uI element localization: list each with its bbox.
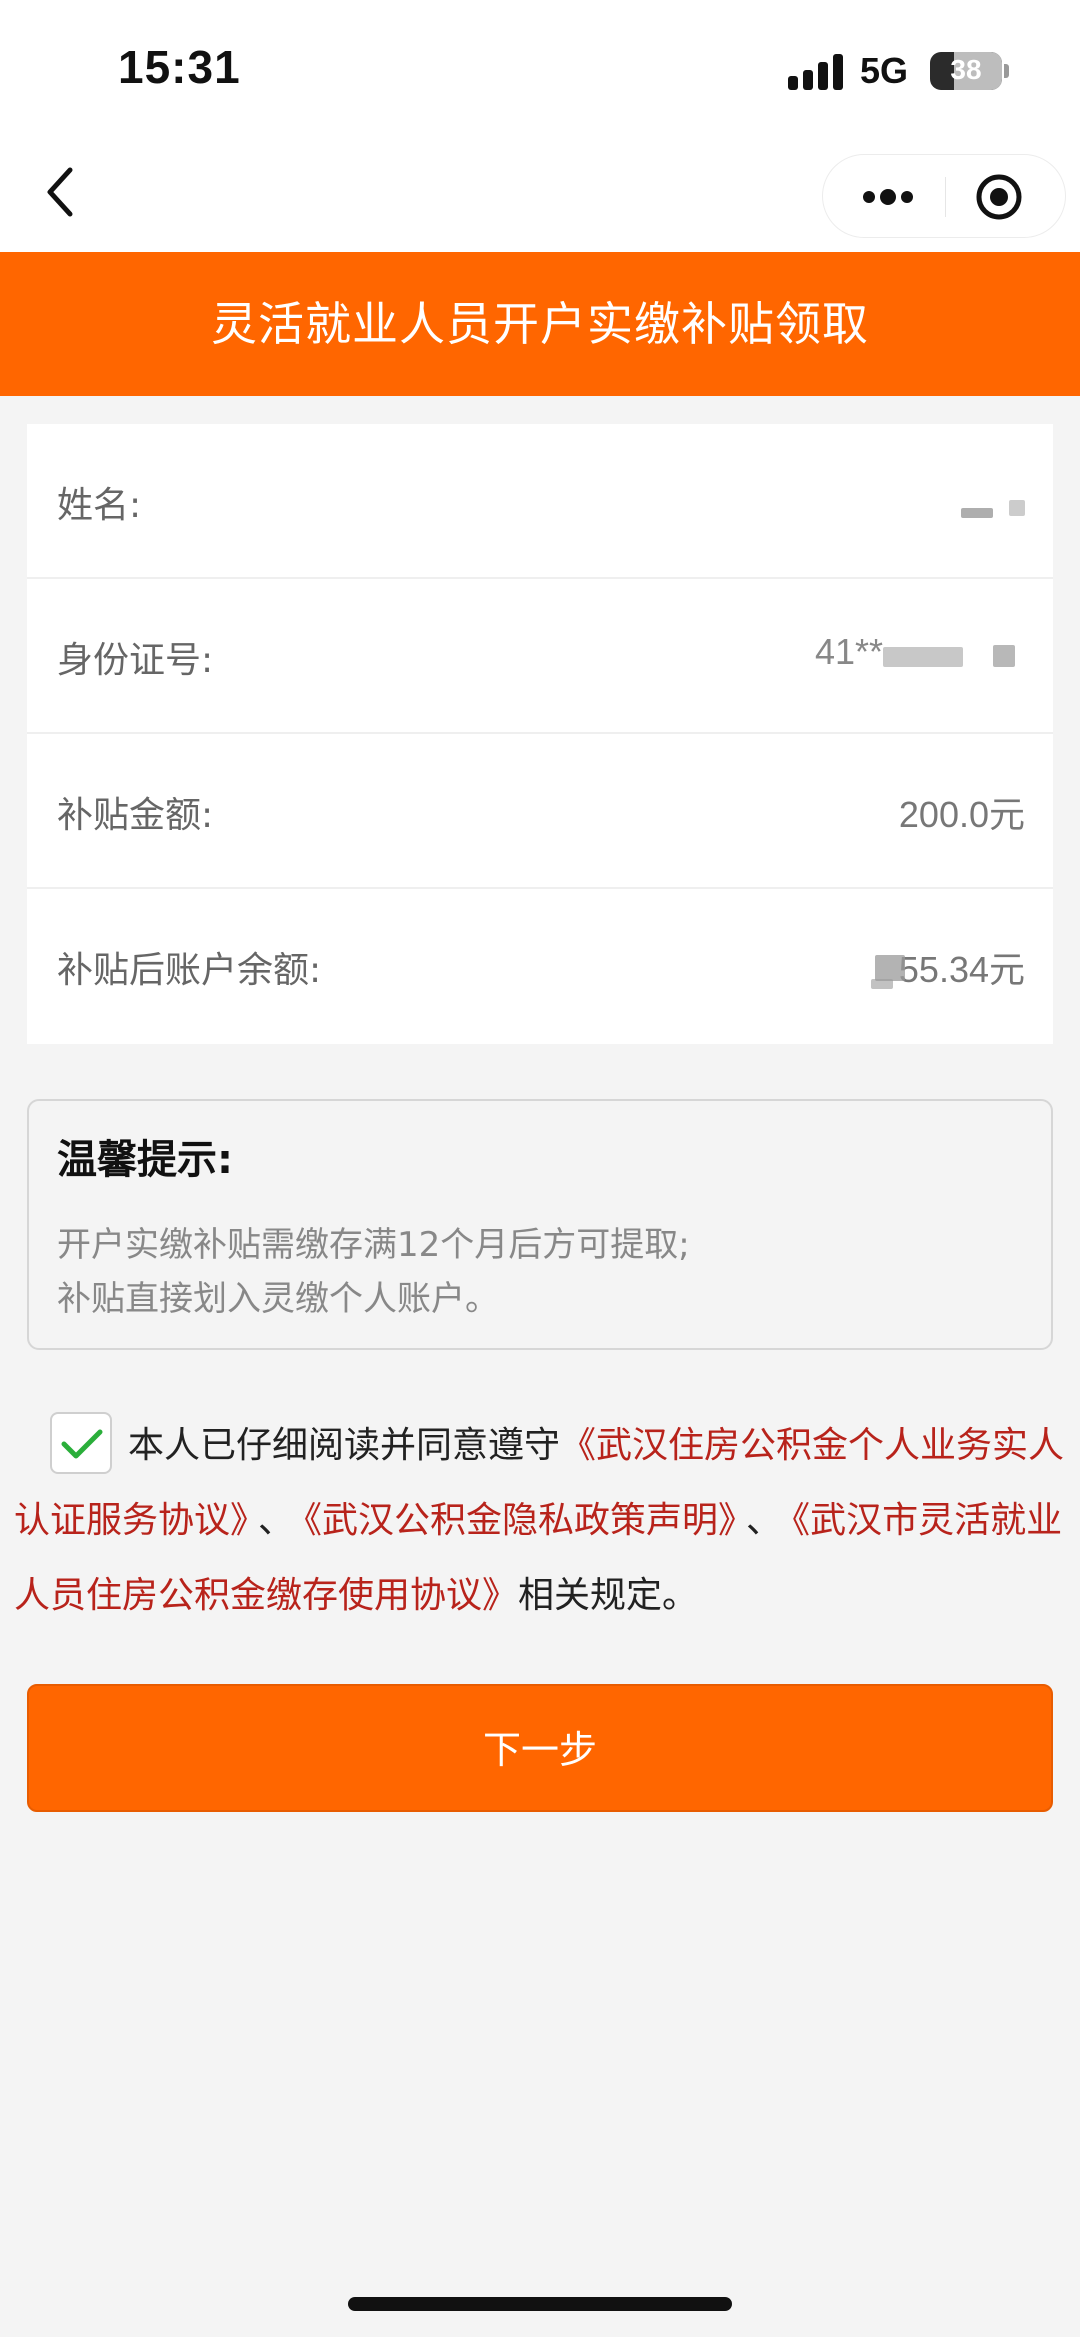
agreement-sep-1: 、 <box>258 1500 295 1541</box>
subsidy-value: 200.0元 <box>898 794 1025 835</box>
agreement-prefix: 本人已仔细阅读并同意遵守 <box>128 1425 561 1466</box>
agree-checkbox[interactable] <box>50 1412 112 1474</box>
name-redacted-2 <box>1009 500 1025 516</box>
check-icon <box>61 1429 103 1459</box>
tips-line-2: 补贴直接划入灵缴个人账户。 <box>57 1279 499 1319</box>
balance-redacted <box>875 955 905 981</box>
id-label: 身份证号: <box>57 640 214 681</box>
agreement-link-privacy[interactable]: 《武汉公积金隐私政策声明》 <box>304 1500 736 1541</box>
id-redacted <box>883 647 963 667</box>
agreement-suffix: 相关规定。 <box>518 1575 699 1616</box>
id-value-text: 41** <box>814 631 883 672</box>
status-bar: 15:31 5G 38 <box>0 0 1080 140</box>
balance-label: 补贴后账户余额: <box>57 950 322 991</box>
balance-row: 补贴后账户余额: 55.34元 <box>27 889 1053 1044</box>
mini-program-capsule <box>822 154 1066 238</box>
agreement-text: 本人已仔细阅读并同意遵守《武汉住房公积金个人业务实人认证服务协议》、《武汉公积金… <box>14 1408 1074 1633</box>
account-info-card: 姓名: 身份证号: 41** 补贴金额: 200.0元 补贴后账户余额: 55.… <box>27 424 1053 1044</box>
battery-level: 38 <box>950 54 982 85</box>
tips-line-1: 开户实缴补贴需缴存满12个月后方可提取; <box>57 1225 690 1265</box>
id-redacted-2 <box>993 645 1015 667</box>
status-time: 15:31 <box>118 41 241 93</box>
network-type: 5G <box>860 50 909 91</box>
subsidy-row: 补贴金额: 200.0元 <box>27 734 1053 889</box>
agreement-sep-2: 、 <box>746 1500 783 1541</box>
name-redacted <box>961 508 993 518</box>
balance-value: 55.34元 <box>898 949 1025 990</box>
name-row: 姓名: <box>27 424 1053 579</box>
id-value: 41** <box>815 631 883 673</box>
capsule-divider <box>945 177 946 217</box>
name-label: 姓名: <box>57 485 142 526</box>
balance-redacted-2 <box>871 979 893 989</box>
nav-bar <box>0 140 1080 252</box>
id-row: 身份证号: 41** <box>27 579 1053 734</box>
target-circle-icon[interactable] <box>975 173 1023 221</box>
more-dots-icon[interactable] <box>859 181 917 213</box>
tips-box: 温馨提示: 开户实缴补贴需缴存满12个月后方可提取; 补贴直接划入灵缴个人账户。 <box>27 1099 1053 1350</box>
signal-icon <box>788 54 846 90</box>
tips-title: 温馨提示: <box>57 1137 233 1183</box>
home-indicator[interactable] <box>348 2297 732 2311</box>
subsidy-label: 补贴金额: <box>57 795 214 836</box>
battery-tip <box>1004 64 1009 78</box>
next-step-button[interactable]: 下一步 <box>27 1684 1053 1812</box>
battery-icon: 38 <box>930 52 1002 90</box>
chevron-left-icon[interactable] <box>40 162 80 222</box>
page-title: 灵活就业人员开户实缴补贴领取 <box>0 252 1080 396</box>
